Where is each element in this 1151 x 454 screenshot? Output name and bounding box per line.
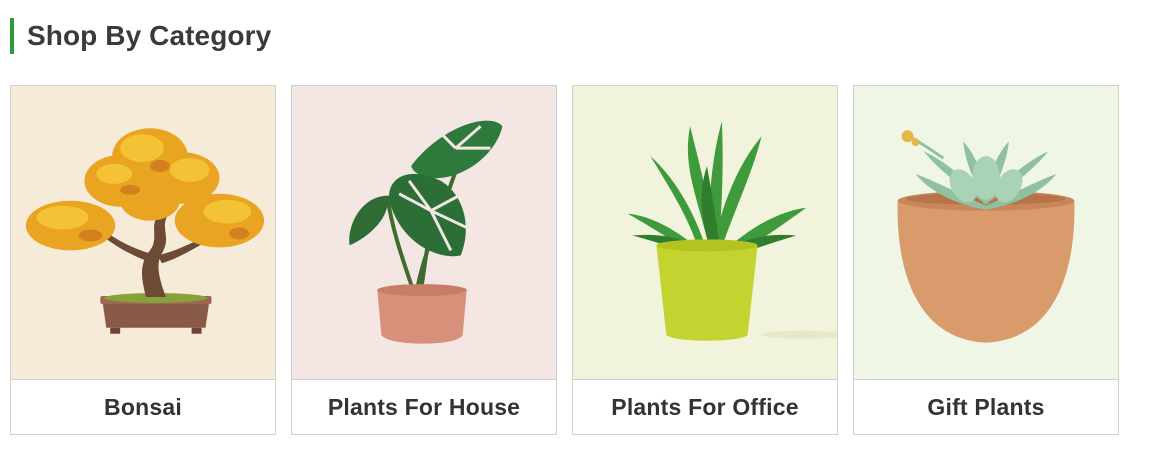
category-card-plants-for-house[interactable]: Plants For House — [291, 85, 557, 435]
category-image-gift-plants[interactable] — [854, 86, 1118, 380]
category-image-bonsai[interactable] — [11, 86, 275, 380]
category-image-plants-for-house[interactable] — [292, 86, 556, 380]
category-card-bonsai[interactable]: Bonsai — [10, 85, 276, 435]
bonsai-tree-icon — [25, 128, 265, 334]
category-image-plants-for-office[interactable] — [573, 86, 837, 380]
succulent-pot-icon — [897, 130, 1075, 343]
category-grid: Bonsai Plants For House Plants For Offic… — [10, 85, 1119, 435]
category-label[interactable]: Gift Plants — [854, 380, 1118, 434]
monstera-plant-icon — [349, 120, 503, 344]
category-label[interactable]: Plants For House — [292, 380, 556, 434]
section-title: Shop By Category — [27, 20, 272, 51]
office-plant-icon — [627, 121, 837, 341]
category-card-plants-for-office[interactable]: Plants For Office — [572, 85, 838, 435]
section-header: Shop By Category — [10, 18, 271, 54]
category-label[interactable]: Bonsai — [11, 380, 275, 434]
category-card-gift-plants[interactable]: Gift Plants — [853, 85, 1119, 435]
category-label[interactable]: Plants For Office — [573, 380, 837, 434]
